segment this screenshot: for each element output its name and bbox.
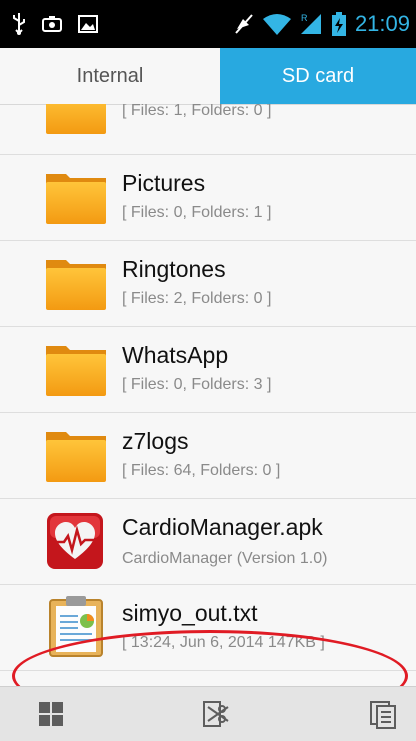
tab-sd-card[interactable]: SD card	[220, 48, 416, 104]
signal-icon: R	[300, 13, 321, 34]
wifi-icon	[262, 14, 291, 35]
file-info: [ 13:24, Jun 6, 2014 147KB ]	[122, 634, 325, 651]
list-item[interactable]: Ringtones [ Files: 2, Folders: 0 ]	[0, 240, 416, 327]
battery-icon	[331, 12, 346, 36]
status-time: 21:09	[354, 11, 410, 36]
folder-icon	[46, 174, 106, 224]
list-item[interactable]: pers [ Files: 1, Folders: 0 ]	[0, 104, 416, 155]
folder-icon	[46, 260, 106, 310]
file-name: z7logs	[122, 428, 189, 454]
image-icon	[78, 15, 98, 33]
file-info: CardioManager (Version 1.0)	[122, 550, 328, 567]
list-item[interactable]: simyo_out.txt [ 13:24, Jun 6, 2014 147KB…	[0, 584, 416, 671]
paste-icon[interactable]	[368, 699, 398, 729]
file-info: [ Files: 64, Folders: 0 ]	[122, 462, 281, 479]
folder-icon	[46, 432, 106, 482]
file-name: CardioManager.apk	[122, 514, 323, 540]
file-list: pers [ Files: 1, Folders: 0 ] Pictures […	[0, 104, 416, 686]
mute-icon	[235, 14, 253, 34]
cardio-app-icon	[47, 513, 103, 569]
bottom-action-bar	[0, 686, 416, 741]
file-info: [ Files: 1, Folders: 0 ]	[122, 104, 272, 119]
file-name: WhatsApp	[122, 342, 229, 368]
file-info: [ Files: 0, Folders: 1 ]	[122, 204, 272, 221]
tab-internal[interactable]: Internal	[0, 48, 220, 104]
photo-icon	[42, 16, 62, 32]
file-info: [ Files: 2, Folders: 0 ]	[122, 290, 272, 307]
folder-icon	[46, 346, 106, 396]
list-item[interactable]: z7logs [ Files: 64, Folders: 0 ]	[0, 412, 416, 499]
file-name: Ringtones	[122, 256, 226, 282]
storage-tabs: Internal SD card	[0, 48, 416, 105]
folder-icon	[46, 104, 106, 134]
grid-view-icon[interactable]	[36, 699, 66, 729]
list-item[interactable]: WhatsApp [ Files: 0, Folders: 3 ]	[0, 326, 416, 413]
file-name: Pictures	[122, 170, 206, 196]
status-bar: R 21:09	[0, 0, 416, 48]
svg-text:R: R	[301, 13, 308, 23]
file-info: [ Files: 0, Folders: 3 ]	[122, 376, 272, 393]
text-file-icon	[49, 596, 103, 657]
list-item[interactable]: Pictures [ Files: 0, Folders: 1 ]	[0, 154, 416, 241]
usb-icon	[13, 13, 25, 35]
list-item[interactable]: CardioManager.apk CardioManager (Version…	[0, 498, 416, 585]
cut-icon[interactable]	[200, 699, 230, 729]
file-name: simyo_out.txt	[122, 600, 258, 626]
